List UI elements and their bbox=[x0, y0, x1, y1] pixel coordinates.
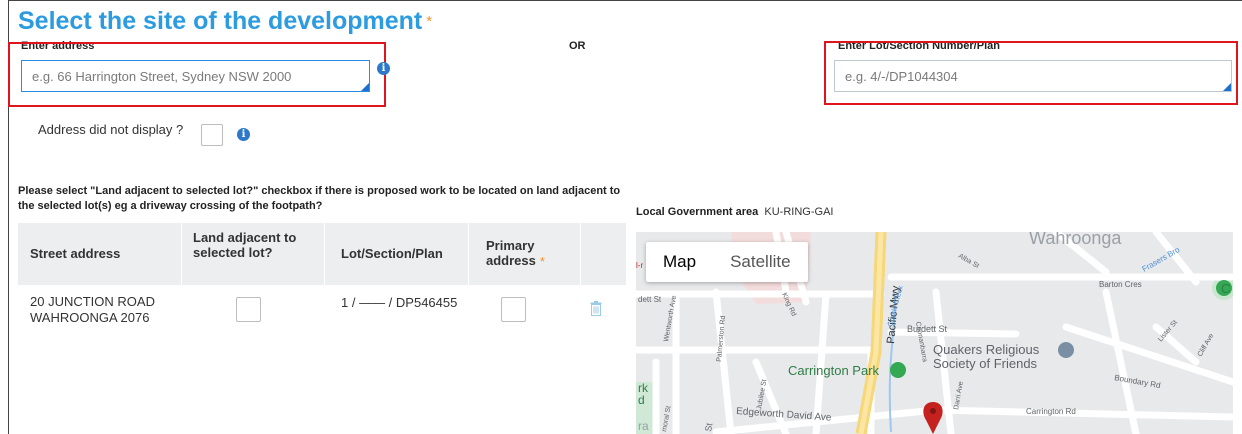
header-divider bbox=[324, 223, 325, 285]
address-not-display-info-icon[interactable]: i bbox=[237, 128, 250, 141]
map-label-c: C bbox=[1221, 281, 1230, 296]
header-lot-plan: Lot/Section/Plan bbox=[341, 246, 443, 261]
map-label-carrington-park: Carrington Park bbox=[788, 363, 880, 378]
map-label-edge-left: l-r bbox=[636, 261, 643, 270]
address-not-display-checkbox[interactable] bbox=[201, 124, 223, 146]
map-label-barton: Barton Cres bbox=[1099, 280, 1142, 289]
map-label-dett: dett St bbox=[638, 295, 662, 304]
lga: Local Government area KU-RING-GAI bbox=[636, 206, 833, 218]
header-divider bbox=[181, 223, 182, 285]
resize-corner-icon bbox=[361, 83, 369, 91]
header-primary-text: Primary address bbox=[486, 238, 536, 268]
row-lot-plan: 1 / —— / DP546455 bbox=[341, 295, 458, 310]
map-tab-map[interactable]: Map bbox=[646, 242, 713, 282]
header-street-address: Street address bbox=[30, 246, 121, 261]
header-land-adjacent: Land adjacent to selected lot? bbox=[193, 230, 297, 260]
required-icon: * bbox=[539, 254, 545, 270]
row-street-address: 20 JUNCTION ROAD WAHROONGA 2076 bbox=[30, 294, 155, 325]
primary-address-checkbox[interactable] bbox=[501, 297, 526, 322]
lot-input[interactable] bbox=[834, 60, 1232, 92]
lga-value: KU-RING-GAI bbox=[764, 206, 834, 218]
map-tab-satellite[interactable]: Satellite bbox=[713, 242, 807, 282]
map-label-burdett: Burdett St bbox=[907, 324, 948, 334]
required-icon: * bbox=[426, 13, 433, 31]
map-label-ra: ra bbox=[638, 419, 649, 433]
header-primary-address: Primary address * bbox=[486, 238, 576, 269]
address-info-icon[interactable]: i bbox=[377, 62, 390, 75]
panel-left-border bbox=[8, 0, 9, 434]
page-title-text: Select the site of the development bbox=[18, 7, 423, 35]
map-label-quakers-1: Quakers Religious bbox=[933, 342, 1040, 357]
header-divider bbox=[468, 223, 469, 285]
address-input[interactable] bbox=[21, 60, 370, 92]
lga-label: Local Government area bbox=[636, 206, 759, 218]
map-type-toggle: Map Satellite bbox=[646, 242, 808, 282]
map-label-wahroonga: Wahroonga bbox=[1029, 232, 1122, 248]
address-not-display-label: Address did not display ? bbox=[38, 122, 184, 137]
lot-label: Enter Lot/Section Number/Plan bbox=[838, 40, 1000, 52]
or-label: OR bbox=[569, 40, 586, 52]
header-divider bbox=[580, 223, 581, 285]
resize-corner-icon bbox=[1223, 83, 1231, 91]
land-adjacent-checkbox[interactable] bbox=[236, 297, 261, 322]
map[interactable]: Wahroonga Pacific Mwy Burdett St Quakers… bbox=[636, 232, 1233, 434]
panel-top-border bbox=[8, 0, 1242, 1]
instruction-text: Please select "Land adjacent to selected… bbox=[18, 185, 621, 212]
map-label-carrington-rd: Carrington Rd bbox=[1026, 407, 1076, 416]
map-label-quakers-2: Society of Friends bbox=[933, 356, 1038, 371]
page-title: Select the site of the development * bbox=[18, 8, 432, 35]
map-label-d: d bbox=[638, 393, 645, 407]
address-label: Enter address bbox=[21, 40, 95, 52]
trash-icon[interactable] bbox=[590, 301, 602, 316]
